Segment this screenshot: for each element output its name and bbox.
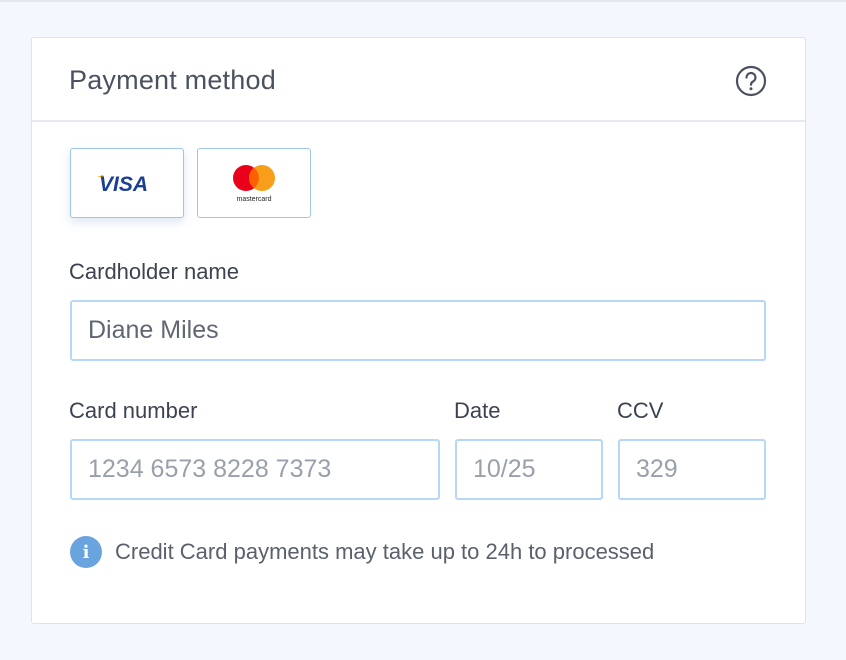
ccv-input[interactable] [618, 439, 766, 500]
mastercard-logo-text: mastercard [236, 196, 271, 203]
card-header: Payment method [32, 38, 805, 122]
top-divider [0, 0, 846, 2]
info-icon: i [70, 536, 102, 568]
page-title: Payment method [69, 65, 276, 95]
expiry-date-input[interactable] [455, 439, 603, 500]
cardholder-label: Cardholder name [69, 259, 239, 284]
cardholder-name-input[interactable] [70, 300, 766, 361]
visa-logo-text: VISA [99, 173, 148, 196]
processing-notice-text: Credit Card payments may take up to 24h … [115, 539, 655, 564]
processing-notice: i Credit Card payments may take up to 24… [70, 536, 654, 568]
card-number-input[interactable] [70, 439, 440, 500]
help-circle-icon[interactable] [735, 65, 767, 97]
card-number-label: Card number [69, 398, 198, 423]
card-type-selector: VISA mastercard [70, 148, 311, 218]
ccv-label: CCV [617, 398, 664, 423]
visa-option[interactable]: VISA [70, 148, 184, 218]
visa-logo: VISA [97, 173, 148, 196]
mastercard-logo: mastercard [233, 165, 275, 203]
mastercard-option[interactable]: mastercard [197, 148, 311, 218]
payment-card: Payment method VISA mastercard Cardholde… [31, 37, 806, 624]
date-label: Date [454, 398, 501, 423]
